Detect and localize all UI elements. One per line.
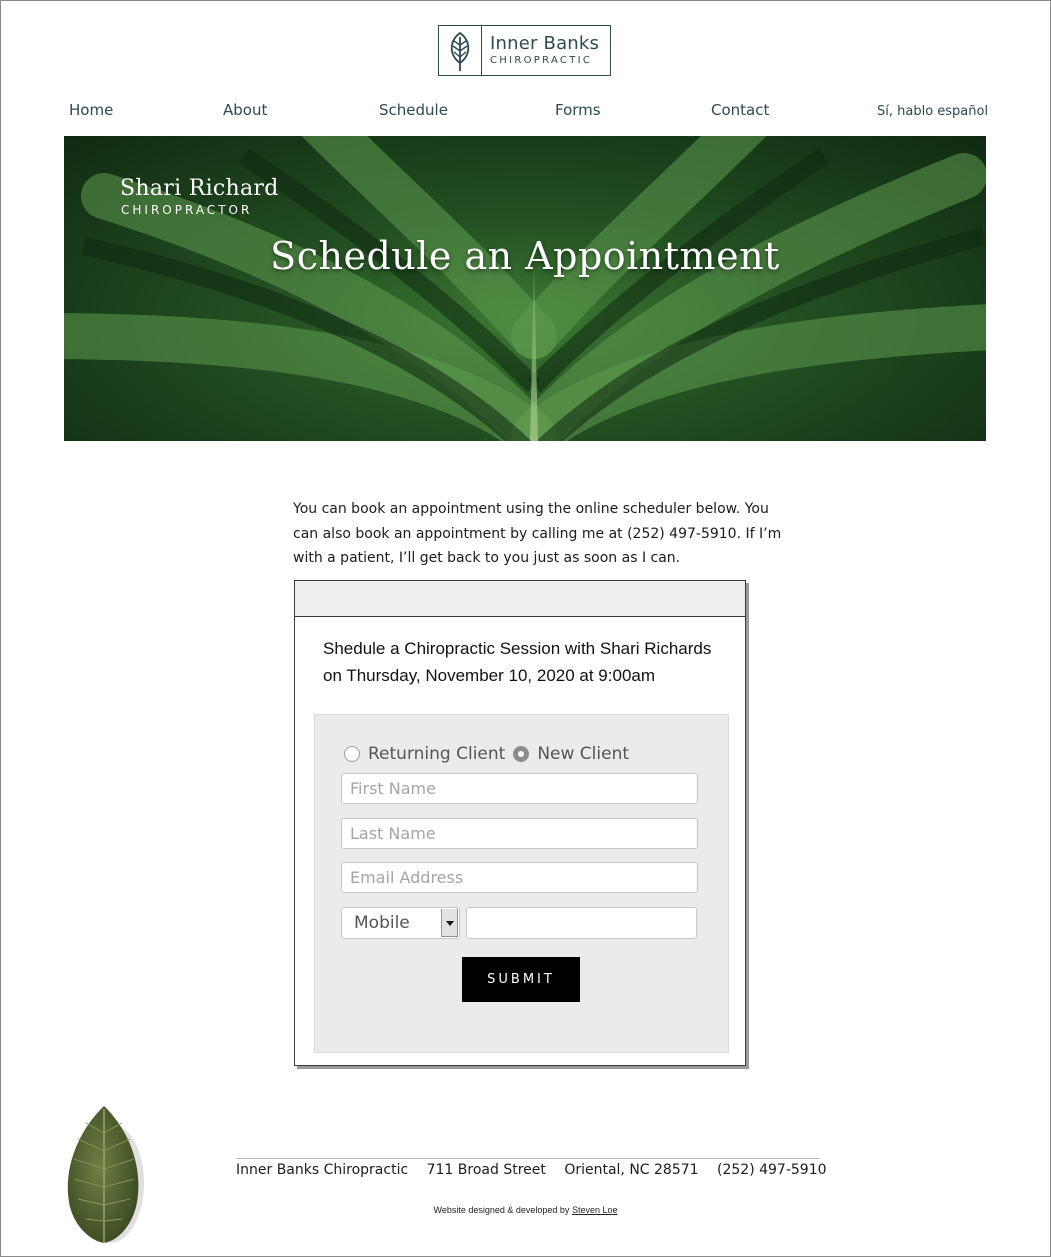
submit-button[interactable]: SUBMIT: [462, 957, 580, 1002]
nav-about[interactable]: About: [223, 101, 267, 119]
appointment-summary: Shedule a Chiropractic Session with Shar…: [323, 635, 738, 689]
returning-client-label[interactable]: Returning Client: [368, 744, 505, 764]
hero-name: Shari Richard: [120, 176, 279, 201]
logo-subtitle: CHIROPRACTIC: [490, 54, 593, 66]
logo-name: Inner Banks: [490, 32, 600, 54]
booking-form: Returning Client New Client Mobile SUBMI…: [314, 714, 729, 1053]
leaf-logo-icon: [439, 26, 482, 75]
main-nav: Home About Schedule Forms Contact Sí, ha…: [0, 101, 1051, 123]
nav-spanish[interactable]: Sí, hablo español: [877, 104, 988, 119]
page-title: Schedule an Appointment: [270, 234, 780, 278]
first-name-input[interactable]: [341, 773, 698, 804]
widget-header-bar: [295, 581, 745, 617]
footer-street: 711 Broad Street: [426, 1162, 546, 1178]
last-name-input[interactable]: [341, 818, 698, 849]
phone-type-select[interactable]: Mobile: [341, 907, 460, 939]
nav-home[interactable]: Home: [69, 101, 113, 119]
client-type-group: Returning Client New Client: [344, 742, 637, 766]
hero-banner: Shari Richard CHIROPRACTOR Schedule an A…: [64, 136, 986, 441]
footer-business-name: Inner Banks Chiropractic: [236, 1162, 409, 1178]
site-logo[interactable]: Inner Banks CHIROPRACTIC: [438, 25, 611, 76]
appointment-title-line1: Shedule a Chiropractic Session with Shar…: [323, 639, 712, 658]
returning-client-radio[interactable]: [344, 746, 360, 762]
hero-role: CHIROPRACTOR: [121, 203, 253, 217]
phone-type-value: Mobile: [354, 913, 410, 933]
nav-schedule[interactable]: Schedule: [379, 101, 448, 119]
leaf-decoration-image: [67, 1106, 144, 1243]
footer-divider: [236, 1158, 820, 1159]
footer-city: Oriental, NC 28571: [564, 1162, 699, 1178]
scheduler-widget: Shedule a Chiropractic Session with Shar…: [294, 580, 746, 1066]
appointment-title-line2: on Thursday, November 10, 2020 at 9:00am: [323, 666, 656, 685]
credit-link[interactable]: Steven Loe: [572, 1205, 618, 1215]
email-input[interactable]: [341, 862, 698, 893]
nav-forms[interactable]: Forms: [555, 101, 601, 119]
new-client-radio[interactable]: [513, 746, 530, 762]
phone-number-input[interactable]: [466, 907, 697, 939]
credit-prefix: Website designed & developed by: [433, 1205, 570, 1215]
footer-credit: Website designed & developed by Steven L…: [0, 1205, 1051, 1215]
footer-contact: Inner Banks Chiropractic 711 Broad Stree…: [236, 1162, 836, 1178]
new-client-label[interactable]: New Client: [537, 744, 629, 764]
intro-text: You can book an appointment using the on…: [293, 501, 782, 566]
footer-phone[interactable]: (252) 497-5910: [717, 1162, 827, 1178]
dropdown-arrow-icon[interactable]: [441, 909, 458, 937]
nav-contact[interactable]: Contact: [711, 101, 769, 119]
